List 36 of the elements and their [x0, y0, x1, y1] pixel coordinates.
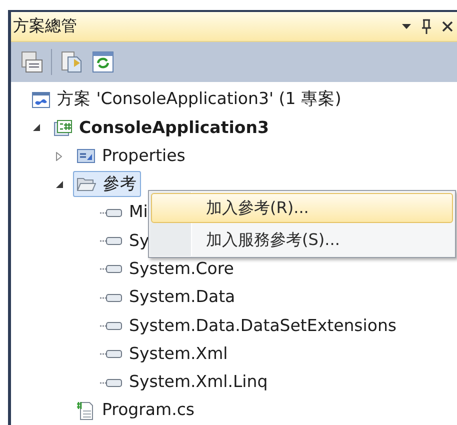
menu-item[interactable]: 加入服務參考(S)... [151, 225, 453, 255]
tree-item[interactable]: 方案 'ConsoleApplication3' (1 專案) [28, 86, 346, 113]
tree-item[interactable]: Properties [73, 143, 190, 170]
tree-item[interactable]: Program.cs [73, 398, 199, 424]
refresh-icon[interactable] [92, 51, 114, 74]
reference-icon [100, 208, 122, 218]
reference-icon [100, 236, 122, 246]
csharp-file-icon [77, 402, 95, 420]
properties-window-icon[interactable] [21, 51, 43, 74]
tree-item[interactable]: System.Core [96, 256, 238, 282]
properties-icon [77, 149, 95, 164]
close-icon[interactable] [442, 20, 453, 32]
tree-item[interactable]: System.Xml.Linq [96, 370, 272, 396]
tree-item[interactable]: System.Data [96, 284, 240, 311]
tree-item[interactable]: Sy [96, 228, 154, 254]
tree-item[interactable]: ConsoleApplication3 [50, 114, 273, 141]
collapse-caret-icon[interactable] [56, 180, 63, 188]
expand-caret-icon[interactable] [56, 152, 62, 161]
tree-item[interactable]: Mi [96, 200, 152, 226]
tree-item[interactable]: System.Xml [96, 341, 232, 368]
dropdown-icon[interactable] [402, 24, 411, 29]
reference-icon [100, 349, 122, 360]
menu-item[interactable]: 加入參考(R)... [151, 193, 453, 223]
reference-icon [100, 264, 122, 274]
pin-icon[interactable] [421, 18, 432, 34]
folder-icon [77, 177, 96, 192]
csharp-project-icon [54, 120, 72, 136]
reference-icon [100, 292, 122, 303]
collapse-caret-icon[interactable] [33, 124, 40, 132]
reference-icon [100, 320, 122, 331]
reference-icon [100, 378, 122, 388]
show-files-icon[interactable] [60, 50, 84, 74]
solution-icon [32, 92, 50, 108]
panel-title: 方案總管 [13, 15, 77, 38]
tree-item[interactable]: 參考 [73, 171, 141, 198]
tree-item[interactable]: System.Data.DataSetExtensions [96, 312, 401, 339]
